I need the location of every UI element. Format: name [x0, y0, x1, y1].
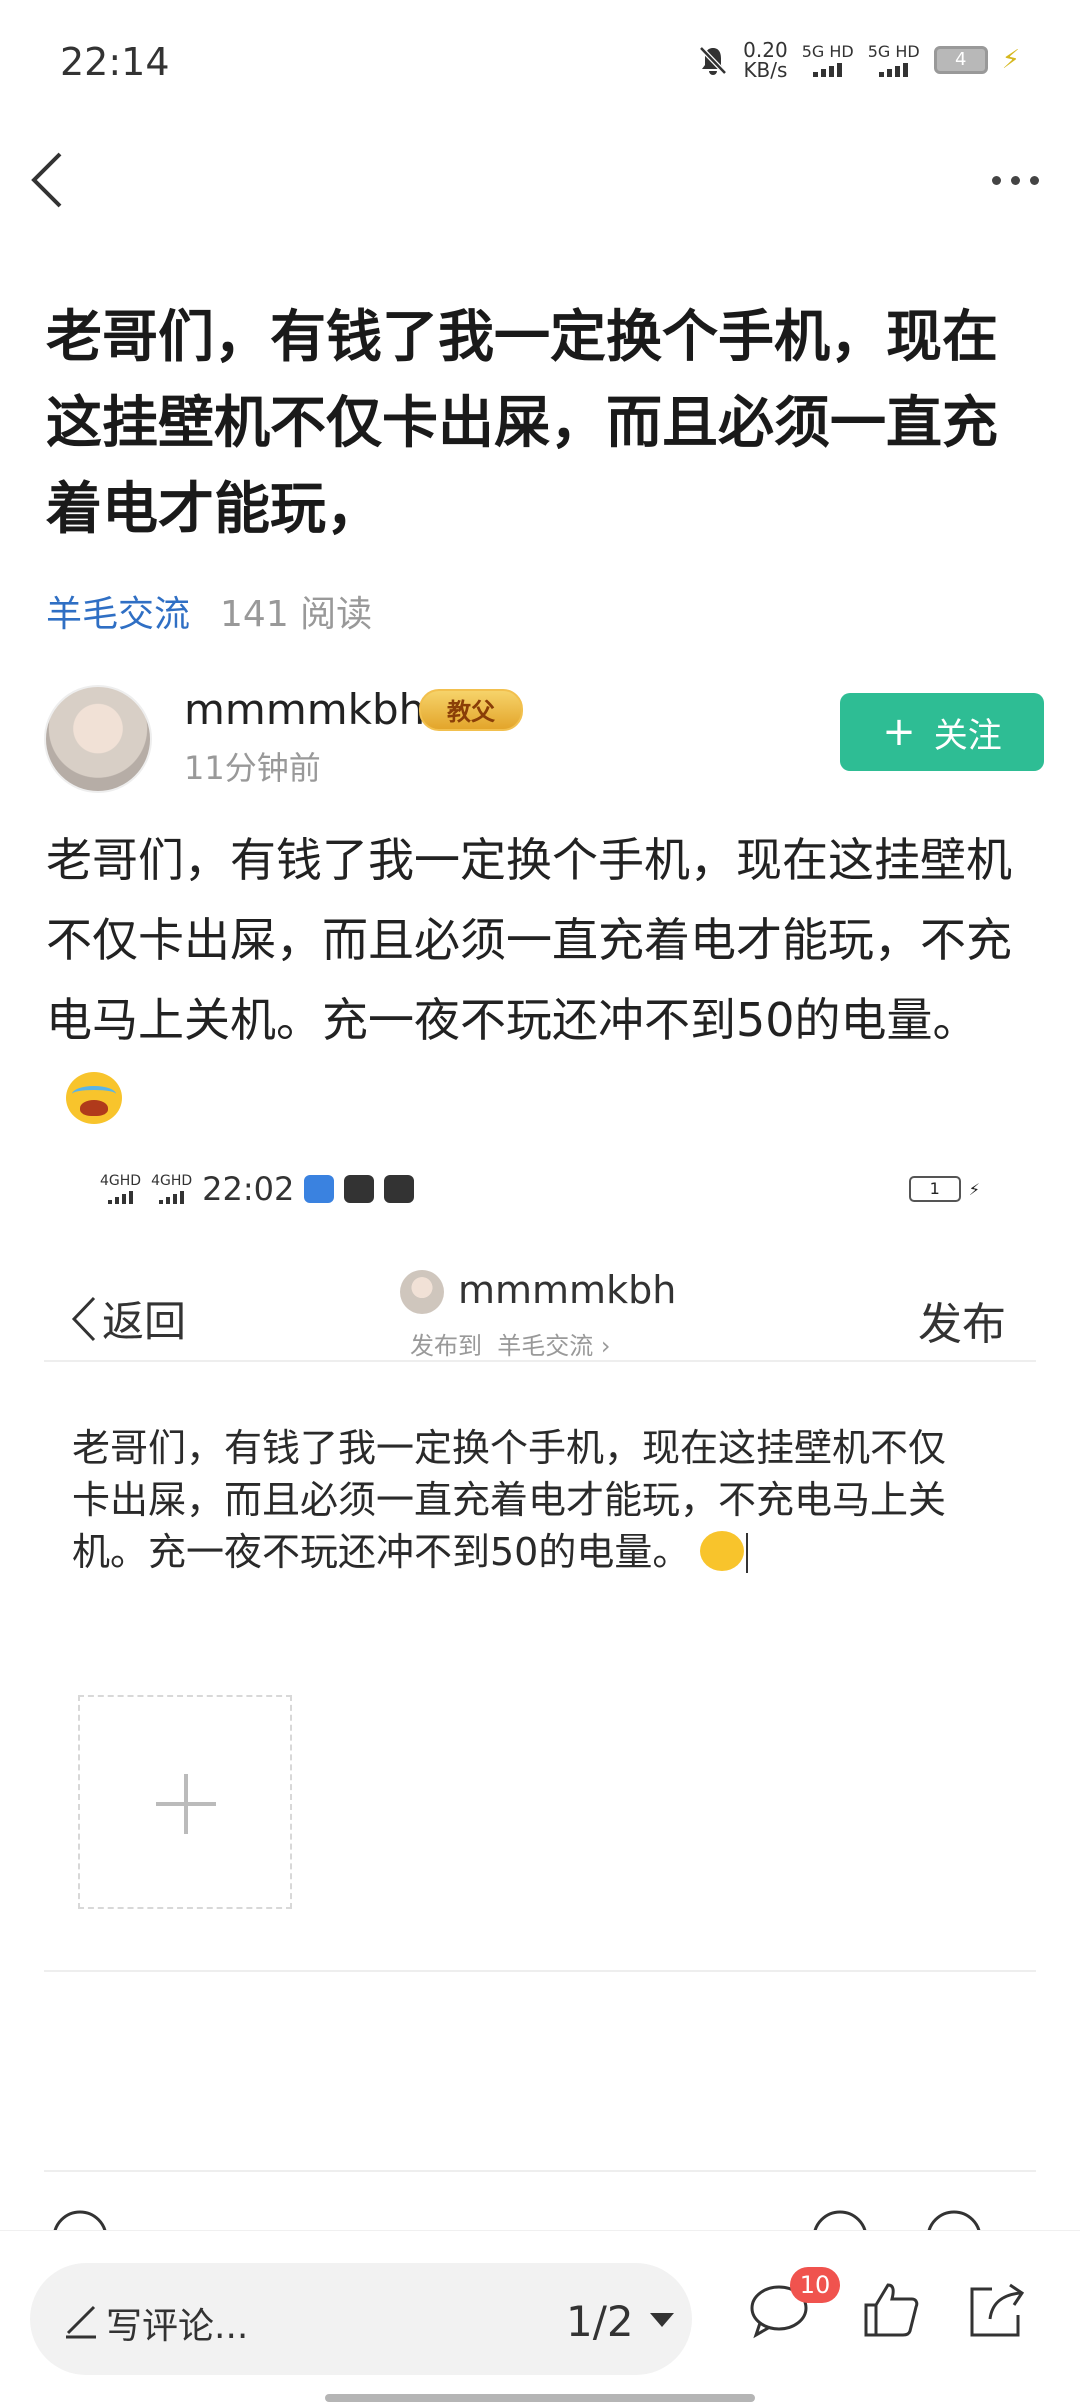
signal-icon: 5G HD: [802, 43, 854, 77]
crying-emoji-icon: [700, 1531, 745, 1571]
signal-icon: 4GHD: [100, 1174, 141, 1204]
telegram-icon: [344, 1175, 375, 1203]
chevron-left-icon: [31, 152, 62, 208]
at-icon: [813, 2210, 867, 2230]
screenshot-time: 22:02: [202, 1170, 295, 1208]
network-speed: 0.20 KB/s: [743, 38, 788, 82]
more-options-button[interactable]: [980, 160, 1050, 200]
signal-icon: 5G HD: [868, 43, 920, 77]
crying-emoji-icon: [66, 1072, 122, 1124]
publish-to: 发布到 羊毛交流 ›: [410, 1332, 611, 1360]
add-image-placeholder: [78, 1695, 292, 1909]
status-bar: 22:14 0.20 KB/s 5G HD 5G HD 4 ⚡: [0, 0, 1080, 120]
message-icon: [384, 1175, 415, 1203]
follow-button[interactable]: + 关注: [840, 693, 1044, 771]
divider: [44, 2170, 1036, 2172]
more-dot-icon: [991, 175, 1001, 185]
comment-count-badge: 10: [790, 2267, 840, 2303]
divider: [44, 1970, 1036, 1972]
comment-input[interactable]: 写评论... 1/2: [30, 2263, 692, 2375]
top-nav-bar: [0, 130, 1080, 230]
share-icon[interactable]: [962, 2275, 1032, 2345]
battery-icon: 4: [933, 46, 988, 74]
board-link[interactable]: 羊毛交流: [46, 585, 190, 637]
divider: [44, 1360, 1036, 1362]
plus-icon: +: [882, 709, 916, 755]
avatar[interactable]: [44, 685, 152, 793]
like-icon[interactable]: [856, 2275, 926, 2345]
screenshot-status-bar: 4GHD 4GHD 22:02: [100, 1170, 415, 1208]
comment-placeholder: 写评论...: [106, 2306, 249, 2347]
battery-icon: 1: [908, 1176, 961, 1202]
screenshot-bottom-toolbar: [44, 2208, 1036, 2230]
caret-down-icon[interactable]: [650, 2313, 674, 2327]
avatar: [400, 1270, 444, 1314]
screenshot-nav: 返回 mmmmkbh 发布到 羊毛交流 › 发布: [44, 1250, 1036, 1360]
status-icons: 0.20 KB/s 5G HD 5G HD 4 ⚡: [697, 40, 1020, 80]
more-dot-icon: [1029, 175, 1039, 185]
read-count: 141 阅读: [220, 594, 373, 635]
app-notification-icon: [304, 1175, 335, 1203]
signal-icon: 4GHD: [151, 1174, 192, 1204]
post-time: 11分钟前: [184, 749, 321, 787]
post-meta: 羊毛交流 141 阅读: [46, 585, 372, 637]
home-indicator[interactable]: [325, 2394, 755, 2402]
add-circle-icon: [53, 2210, 107, 2230]
charging-icon: ⚡: [1001, 45, 1020, 75]
back-button[interactable]: [20, 144, 80, 214]
author-badge: 教父: [419, 689, 523, 731]
more-dot-icon: [1010, 175, 1020, 185]
bottom-action-bar: 写评论... 1/2 10: [0, 2230, 1080, 2408]
post-body-text: 老哥们，有钱了我一定换个手机，现在这挂壁机不仅卡出屎，而且必须一直充着电才能玩，…: [46, 833, 1012, 1047]
chevron-left-icon: [71, 1296, 96, 1341]
screenshot-back: 返回: [70, 1288, 186, 1349]
author-name[interactable]: mmmmkbh: [184, 685, 425, 734]
post-body: 老哥们，有钱了我一定换个手机，现在这挂壁机不仅卡出屎，而且必须一直充着电才能玩，…: [46, 820, 1046, 1140]
screenshot-username: mmmmkbh: [458, 1268, 677, 1312]
screenshot-publish: 发布: [918, 1299, 1006, 1350]
embedded-screenshot[interactable]: 4GHD 4GHD 22:02 1 ⚡ 返回 mmmmkbh 发布到 羊毛交流 …: [44, 1160, 1036, 2230]
screenshot-battery: 1 ⚡: [908, 1176, 980, 1202]
pen-icon: [66, 2305, 96, 2339]
text-caret: [746, 1533, 749, 1573]
post-title: 老哥们，有钱了我一定换个手机，现在这挂壁机不仅卡出屎，而且必须一直充着电才能玩，: [46, 305, 998, 542]
author-row: mmmmkbh 教父 11分钟前 + 关注: [44, 685, 1044, 795]
page-indicator[interactable]: 1/2: [566, 2297, 634, 2346]
follow-label: 关注: [933, 715, 1002, 756]
emoji-icon: [927, 2210, 981, 2230]
screenshot-draft-text: 老哥们，有钱了我一定换个手机，现在这挂壁机不仅卡出屎，而且必须一直充着电才能玩，…: [72, 1426, 947, 1574]
status-time: 22:14: [60, 40, 170, 84]
charging-icon: ⚡: [968, 1179, 980, 1199]
mute-bell-icon: [699, 46, 727, 75]
